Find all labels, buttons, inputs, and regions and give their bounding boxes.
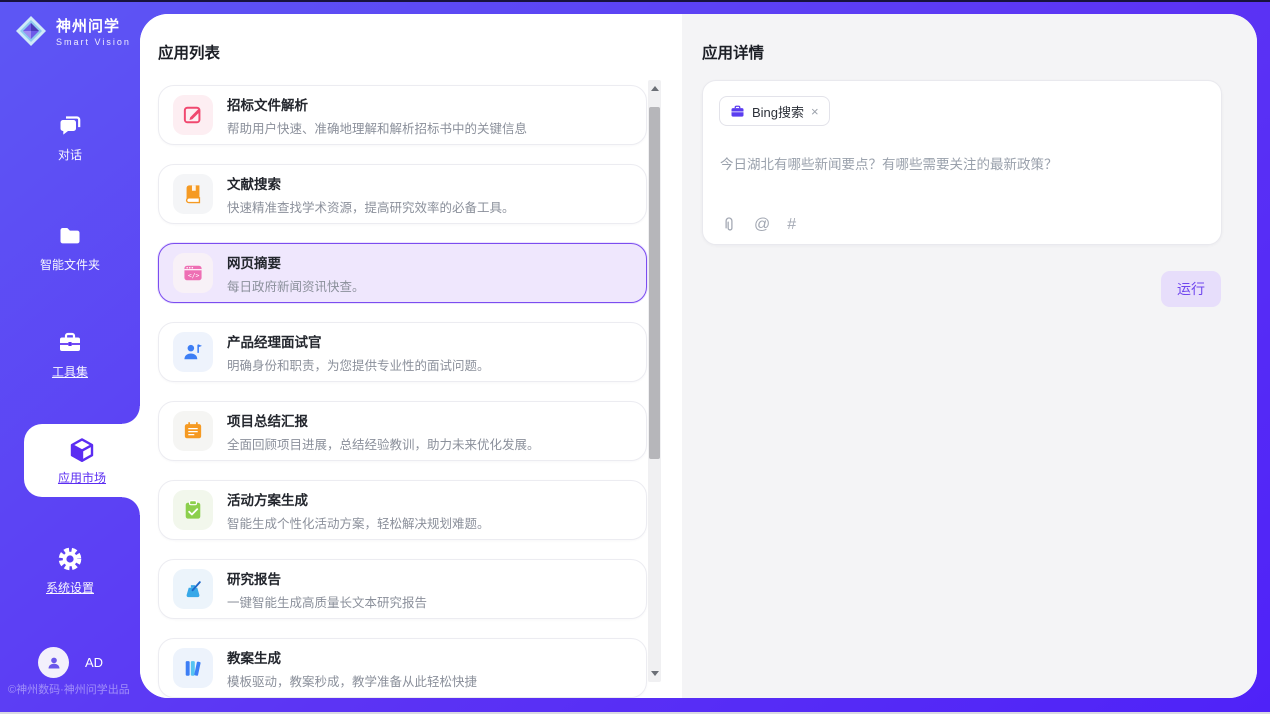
books-icon (181, 656, 205, 680)
sidebar-item-label: 系统设置 (0, 579, 140, 596)
app-icon-tile (173, 648, 213, 688)
app-desc: 一键智能生成高质量长文本研究报告 (227, 592, 427, 611)
person-icon (45, 654, 63, 672)
app-title: 活动方案生成 (227, 489, 490, 509)
app-title: 教案生成 (227, 647, 477, 667)
sidebar-item-toolset[interactable]: 工具集 (0, 329, 140, 380)
app-card-research-report[interactable]: 研究报告 一键智能生成高质量长文本研究报告 (158, 559, 647, 619)
interviewer-icon (181, 340, 205, 364)
scrollbar-thumb[interactable] (649, 107, 660, 459)
query-text[interactable]: 今日湖北有哪些新闻要点？有哪些需要关注的最新政策？ (720, 153, 1058, 173)
app-icon-tile (173, 95, 213, 135)
app-title: 研究报告 (227, 568, 427, 588)
app-desc: 帮助用户快速、准确地理解和解析招标书中的关键信息 (227, 118, 527, 137)
sidebar-item-label: 对话 (0, 146, 140, 163)
sidebar-item-app-market[interactable]: 应用市场 (24, 424, 140, 497)
app-card-event-plan[interactable]: 活动方案生成 智能生成个性化活动方案，轻松解决规划难题。 (158, 480, 647, 540)
app-desc: 全面回顾项目进展，总结经验教训，助力未来优化发展。 (227, 434, 540, 453)
scroll-down-arrow-icon[interactable] (648, 667, 661, 680)
scroll-up-arrow-icon[interactable] (648, 82, 661, 95)
tool-chip-label: Bing搜索 (752, 102, 804, 121)
mention-icon[interactable]: @ (754, 216, 770, 234)
composer-toolbar: @ # (720, 215, 796, 234)
app-list-scrollbar[interactable] (648, 80, 661, 682)
app-icon-tile (173, 490, 213, 530)
sidebar-item-smart-folder[interactable]: 智能文件夹 (0, 222, 140, 273)
folder-icon (56, 222, 84, 250)
app-list-panel: 应用列表 招标文件解析 帮助用户快速、准确地理解和解析招标书中的关键信息 (140, 14, 682, 698)
app-desc: 明确身份和职责，为您提供专业性的面试问题。 (227, 355, 490, 374)
app-detail-panel: 应用详情 Bing搜索 × 今日湖北有哪些新闻要点？有哪些需要关注的最新政策？ … (682, 14, 1257, 698)
sidebar-item-chat[interactable]: 对话 (0, 112, 140, 163)
user-account[interactable]: AD (38, 647, 103, 678)
app-cards: 招标文件解析 帮助用户快速、准确地理解和解析招标书中的关键信息 文献搜索 快速精… (158, 85, 647, 698)
app-title: 产品经理面试官 (227, 331, 490, 351)
app-title: 项目总结汇报 (227, 410, 540, 430)
ink-pen-icon (181, 577, 205, 601)
window-top-edge (0, 0, 1270, 2)
app-card-pm-interviewer[interactable]: 产品经理面试官 明确身份和职责，为您提供专业性的面试问题。 (158, 322, 647, 382)
chip-close-icon[interactable]: × (811, 105, 819, 118)
gear-icon (56, 545, 84, 573)
app-card-project-summary[interactable]: 项目总结汇报 全面回顾项目进展，总结经验教训，助力未来优化发展。 (158, 401, 647, 461)
run-button[interactable]: 运行 (1161, 271, 1221, 307)
webpage-code-icon: </> (181, 261, 205, 285)
sidebar-item-label: 工具集 (0, 363, 140, 380)
app-desc: 模板驱动，教案秒成，教学准备从此轻松快捷 (227, 671, 477, 690)
sidebar-item-label: 应用市场 (24, 469, 140, 486)
app-title: 招标文件解析 (227, 94, 527, 114)
app-title: 文献搜索 (227, 173, 515, 193)
app-icon-tile: </> (173, 253, 213, 293)
app-desc: 智能生成个性化活动方案，轻松解决规划难题。 (227, 513, 490, 532)
toolbox-icon (56, 329, 84, 357)
app-list-title: 应用列表 (158, 41, 220, 63)
app-desc: 快速精准查找学术资源，提高研究效率的必备工具。 (227, 197, 515, 216)
calendar-report-icon (181, 419, 205, 443)
copyright-text: ©神州数码·神州问学出品 (8, 681, 130, 697)
svg-text:</>: </> (188, 272, 200, 280)
sidebar-item-label: 智能文件夹 (0, 256, 140, 273)
cube-icon (68, 436, 96, 464)
bid-document-icon (181, 103, 205, 127)
app-icon-tile (173, 569, 213, 609)
sidebar-item-settings[interactable]: 系统设置 (0, 545, 140, 596)
tool-chip-bing-search[interactable]: Bing搜索 × (719, 96, 830, 126)
app-card-bid-parse[interactable]: 招标文件解析 帮助用户快速、准确地理解和解析招标书中的关键信息 (158, 85, 647, 145)
app-card-lesson-plan[interactable]: 教案生成 模板驱动，教案秒成，教学准备从此轻松快捷 (158, 638, 647, 698)
query-composer[interactable]: Bing搜索 × 今日湖北有哪些新闻要点？有哪些需要关注的最新政策？ @ # (702, 80, 1222, 245)
chat-icon (56, 112, 84, 140)
app-icon-tile (173, 332, 213, 372)
app-desc: 每日政府新闻资讯快查。 (227, 276, 365, 295)
brand-name: 神州问学 (56, 15, 131, 36)
app-card-literature-search[interactable]: 文献搜索 快速精准查找学术资源，提高研究效率的必备工具。 (158, 164, 647, 224)
app-icon-tile (173, 174, 213, 214)
gem-logo-icon (14, 14, 48, 48)
book-icon (181, 182, 205, 206)
clipboard-check-icon (181, 498, 205, 522)
sidebar: 神州问学 Smart Vision 对话 智能文件夹 工具集 应用市场 (0, 0, 140, 714)
paperclip-icon[interactable] (720, 215, 737, 234)
user-initials: AD (85, 655, 103, 670)
app-card-webpage-summary[interactable]: </> 网页摘要 每日政府新闻资讯快查。 (158, 243, 647, 303)
app-detail-title: 应用详情 (702, 41, 764, 63)
app-title: 网页摘要 (227, 252, 365, 272)
briefcase-icon (730, 104, 745, 119)
brand-logo: 神州问学 Smart Vision (14, 14, 131, 48)
app-icon-tile (173, 411, 213, 451)
brand-subtitle: Smart Vision (56, 37, 131, 47)
main-content: 应用列表 招标文件解析 帮助用户快速、准确地理解和解析招标书中的关键信息 (140, 14, 1257, 698)
hash-icon[interactable]: # (787, 216, 796, 234)
avatar (38, 647, 69, 678)
